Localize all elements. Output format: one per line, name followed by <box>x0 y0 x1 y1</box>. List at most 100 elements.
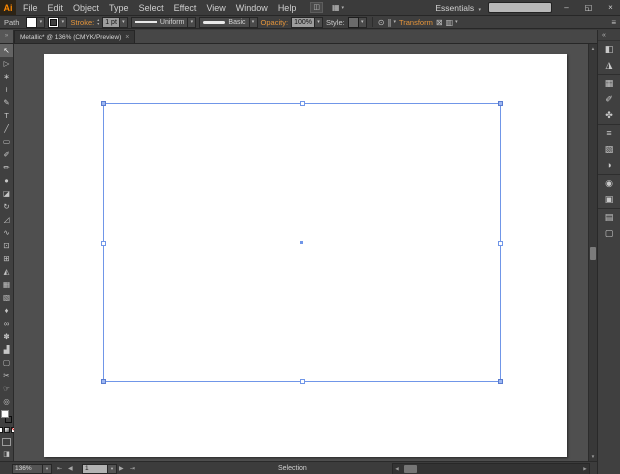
slice-tool[interactable]: ✂ <box>0 369 13 382</box>
expand-panels-button[interactable]: « <box>598 30 620 41</box>
document-tab[interactable]: Metallic* @ 136% (CMYK/Preview) × <box>14 30 136 43</box>
chevron-down-icon[interactable]: ▾ <box>249 16 258 28</box>
tab-close-icon[interactable]: × <box>125 34 129 41</box>
chevron-down-icon[interactable]: ▾ <box>188 16 197 28</box>
zoom-level-field[interactable]: 136% <box>12 464 43 474</box>
pencil-tool[interactable]: ✏ <box>0 161 13 174</box>
selection-center-point[interactable] <box>300 240 303 244</box>
previous-artboard-icon[interactable]: ◀ <box>68 465 73 472</box>
selection-handle-top-mid[interactable] <box>300 101 305 106</box>
opacity-field[interactable]: 100% <box>291 16 315 28</box>
brushes-panel[interactable]: ✐ <box>598 91 620 107</box>
column-graph-tool[interactable]: ▟ <box>0 343 13 356</box>
mesh-tool[interactable]: ▦ <box>0 278 13 291</box>
go-to-bridge-icon[interactable]: ◫ <box>310 2 323 13</box>
brush-definition-control[interactable]: Basic ▾ <box>199 16 258 28</box>
stroke-width-stepper[interactable]: ▴ ▾ <box>97 18 99 26</box>
layers-panel[interactable]: ▤ <box>598 208 620 225</box>
next-artboard-icon[interactable]: ▶ <box>119 465 124 472</box>
stroke-panel-link[interactable]: Stroke: <box>70 18 94 27</box>
color-guide-panel[interactable]: ◮ <box>598 57 620 73</box>
hand-tool[interactable]: ☞ <box>0 382 13 395</box>
blob-brush-tool[interactable]: ● <box>0 174 13 187</box>
style-swatch[interactable] <box>347 16 359 28</box>
scroll-down-icon[interactable]: ▼ <box>589 452 597 461</box>
line-segment-tool[interactable]: ╱ <box>0 122 13 135</box>
align-icon[interactable]: ∥ <box>387 18 391 27</box>
selected-rectangle[interactable] <box>101 101 503 384</box>
menu-select[interactable]: Select <box>134 3 169 13</box>
symbol-sprayer-tool[interactable]: ✽ <box>0 330 13 343</box>
menu-file[interactable]: File <box>18 3 43 13</box>
gradient-tool[interactable]: ▧ <box>0 291 13 304</box>
toolbar-collapse-button[interactable]: » <box>0 30 14 43</box>
selection-handle-top-right[interactable] <box>498 101 503 106</box>
magic-wand-tool[interactable]: ∗ <box>0 70 13 83</box>
selection-handle-top-left[interactable] <box>101 101 106 106</box>
menu-effect[interactable]: Effect <box>169 3 202 13</box>
selection-handle-bottom-left[interactable] <box>101 379 106 384</box>
stroke-width-field[interactable]: 1 pt <box>102 16 120 28</box>
scroll-up-icon[interactable]: ▲ <box>589 44 597 53</box>
stroke-panel[interactable]: ≡ <box>598 124 620 141</box>
horizontal-scrollbar-thumb[interactable] <box>404 465 417 473</box>
gradient-panel[interactable]: ▧ <box>598 141 620 157</box>
zoom-tool[interactable]: ◎ <box>0 395 13 408</box>
stroke-swatch[interactable] <box>48 16 60 28</box>
screen-mode-button[interactable]: ◨ <box>3 451 10 459</box>
stroke-profile-widget[interactable]: Uniform <box>130 16 189 28</box>
style-control[interactable]: ▾ <box>347 16 367 28</box>
menu-type[interactable]: Type <box>104 3 134 13</box>
appearance-panel[interactable]: ◉ <box>598 174 620 191</box>
zoom-dropdown-icon[interactable]: ▾ <box>42 464 52 474</box>
restore-button[interactable]: ◱ <box>581 3 596 12</box>
selection-tool[interactable]: ↖ <box>0 44 13 57</box>
direct-selection-tool[interactable]: ▷ <box>0 57 13 70</box>
vertical-scrollbar[interactable]: ▲ ▼ <box>588 44 597 461</box>
graphic-styles-panel[interactable]: ▣ <box>598 191 620 207</box>
chevron-down-icon[interactable]: ▾ <box>314 16 323 28</box>
vertical-scrollbar-thumb[interactable] <box>590 247 596 260</box>
transform-panel-link[interactable]: Transform <box>399 18 433 27</box>
opacity-control[interactable]: 100% ▾ <box>291 16 323 28</box>
control-panel-menu-icon[interactable]: ≡ <box>611 18 616 27</box>
symbols-panel[interactable]: ✤ <box>598 107 620 123</box>
brush-definition-widget[interactable]: Basic <box>199 16 250 28</box>
fill-swatch[interactable] <box>26 16 38 28</box>
last-artboard-icon[interactable]: ⇥ <box>130 465 135 472</box>
minimize-button[interactable]: – <box>559 3 574 12</box>
chevron-down-icon[interactable]: ▾ <box>59 16 68 28</box>
recolor-artwork-icon[interactable]: ⊙ <box>378 18 385 27</box>
menu-help[interactable]: Help <box>273 3 302 13</box>
fill-stroke-indicator[interactable] <box>0 408 13 425</box>
swatches-panel[interactable]: ▦ <box>598 74 620 91</box>
isolate-object-icon[interactable]: ⊠ <box>436 18 443 27</box>
selection-handle-left-mid[interactable] <box>101 240 106 246</box>
width-tool[interactable]: ∿ <box>0 226 13 239</box>
workspace-switcher[interactable]: Essentials ▾ <box>435 3 481 13</box>
scroll-left-icon[interactable]: ◀ <box>393 464 401 474</box>
stepper-down-icon[interactable]: ▾ <box>97 22 99 26</box>
transparency-panel[interactable]: ◑ <box>598 157 620 173</box>
drawing-mode-button[interactable] <box>2 438 11 446</box>
selection-handle-right-mid[interactable] <box>498 240 503 246</box>
rotate-tool[interactable]: ↻ <box>0 200 13 213</box>
close-button[interactable]: × <box>603 3 618 12</box>
chevron-down-icon[interactable]: ▾ <box>119 16 128 28</box>
menu-view[interactable]: View <box>201 3 230 13</box>
fill-box-icon[interactable] <box>1 410 9 418</box>
scroll-right-icon[interactable]: ▶ <box>581 464 589 474</box>
menu-edit[interactable]: Edit <box>43 3 69 13</box>
chevron-down-icon[interactable]: ▾ <box>358 16 367 28</box>
menu-window[interactable]: Window <box>231 3 273 13</box>
eraser-tool[interactable]: ◪ <box>0 187 13 200</box>
selection-handle-bottom-right[interactable] <box>498 379 503 384</box>
arrange-documents-icon[interactable]: ▦ ▾ <box>332 3 344 12</box>
gradient-button[interactable] <box>3 427 10 433</box>
opacity-panel-link[interactable]: Opacity: <box>261 18 289 27</box>
free-transform-tool[interactable]: ⊡ <box>0 239 13 252</box>
artboard-tool[interactable]: ▢ <box>0 356 13 369</box>
artboards-panel[interactable]: ▢ <box>598 225 620 241</box>
artboard-number-field[interactable]: 1 <box>82 464 108 474</box>
lasso-tool[interactable]: ≀ <box>0 83 13 96</box>
